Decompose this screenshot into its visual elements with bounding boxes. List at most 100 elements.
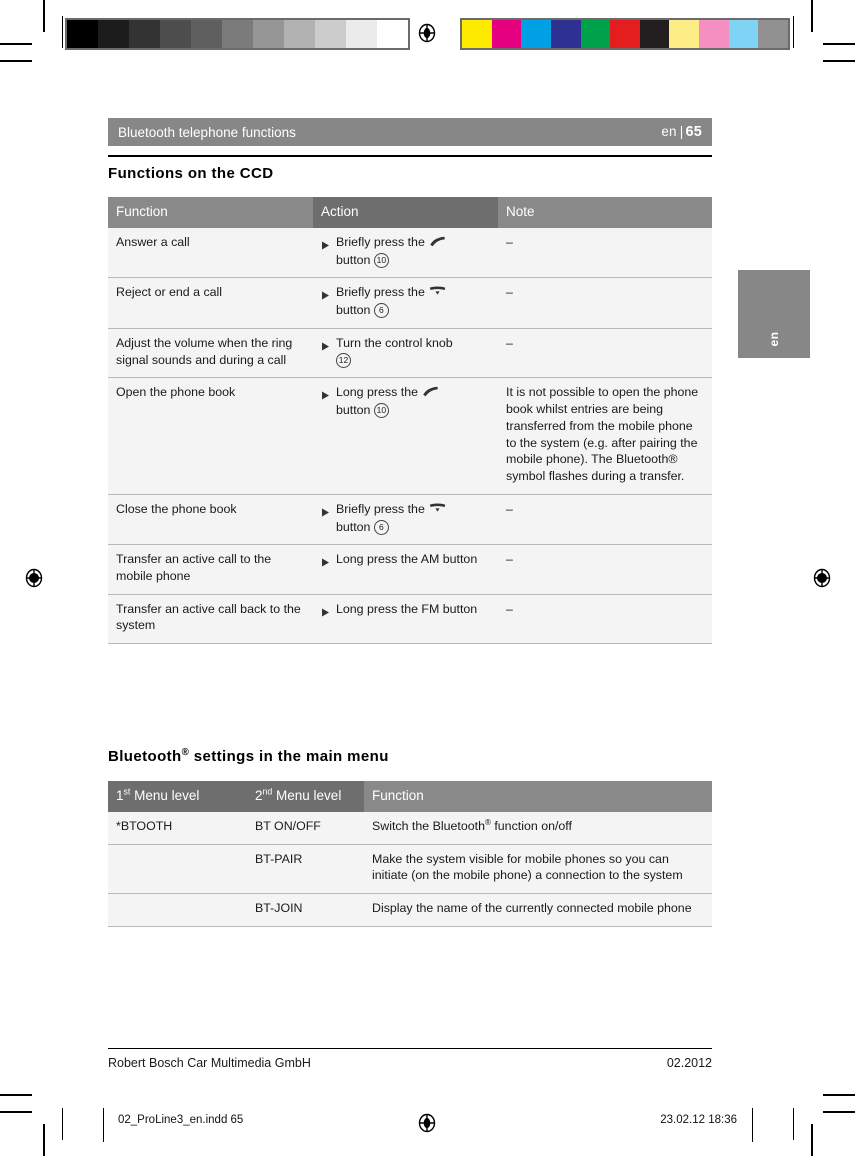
cell-note: – — [498, 594, 712, 645]
page-number: 65 — [685, 124, 702, 140]
action-text: Briefly press the button 6 — [336, 284, 490, 319]
cell-menu-level-1 — [108, 893, 247, 927]
running-head: Bluetooth telephone functions en | 65 — [108, 118, 712, 146]
slug-divider-right — [752, 1108, 753, 1142]
bullet-triangle-icon — [321, 555, 330, 572]
cell-function: Reject or end a call — [108, 277, 313, 329]
table-row: Answer a call Briefly press the button 1… — [108, 228, 712, 279]
phone-pickup-icon — [429, 235, 446, 252]
section-title-bluetooth-settings: Bluetooth® settings in the main menu — [108, 747, 389, 765]
cell-note: – — [498, 494, 712, 546]
table-row: Transfer an active call to the mobile ph… — [108, 544, 712, 595]
cell-menu-level-2: BT-PAIR — [247, 844, 364, 895]
crop-mark-tr2-h — [823, 60, 855, 62]
table-bluetooth-settings: 1st Menu level 2nd Menu level Function *… — [108, 781, 712, 927]
calibration-swatch-2 — [521, 20, 551, 48]
footer-rule — [108, 1048, 712, 1049]
crop-mark-bl2-h — [0, 1094, 32, 1096]
bullet-triangle-icon — [321, 288, 330, 318]
slug-filename: 02_ProLine3_en.indd 65 — [118, 1114, 244, 1126]
calibration-swatch-4 — [191, 20, 222, 48]
action-text: Long press the AM button — [336, 552, 478, 567]
column-header-function: Function — [108, 197, 313, 228]
language-side-tab-label: en — [767, 331, 781, 347]
header-rule — [108, 155, 712, 157]
phone-hangup-icon — [429, 502, 446, 519]
cell-action: Long press the FM button — [313, 594, 498, 645]
table-row: *BTOOTH BT ON/OFF Switch the Bluetooth® … — [108, 812, 712, 845]
slug-timestamp: 23.02.12 18:36 — [660, 1114, 737, 1126]
table-row: Close the phone book Briefly press the b… — [108, 494, 712, 546]
bullet-triangle-icon — [321, 505, 330, 535]
calibration-swatch-9 — [346, 20, 377, 48]
calibration-swatch-5 — [610, 20, 640, 48]
table-row: Reject or end a call Briefly press the b… — [108, 277, 712, 329]
cell-function: Open the phone book — [108, 377, 313, 495]
bullet-triangle-icon — [321, 388, 330, 418]
cell-function-description: Switch the Bluetooth® function on/off — [364, 812, 712, 845]
running-head-language: en — [661, 124, 677, 139]
calibration-swatch-5 — [222, 20, 253, 48]
cell-menu-level-2: BT-JOIN — [247, 893, 364, 927]
table-row: Adjust the volume when the ring signal s… — [108, 328, 712, 379]
cell-function: Transfer an active call to the mobile ph… — [108, 544, 313, 595]
cell-function: Answer a call — [108, 228, 313, 279]
calibration-swatch-4 — [580, 20, 611, 48]
column-header-action: Action — [313, 197, 498, 228]
cell-note: – — [498, 544, 712, 595]
page-footer: Robert Bosch Car Multimedia GmbH 02.2012 — [108, 1056, 712, 1070]
cell-function-description: Display the name of the currently connec… — [364, 893, 712, 927]
calibration-swatch-2 — [129, 20, 160, 48]
calibration-swatch-10 — [377, 20, 408, 48]
cell-action: Long press the button 10 — [313, 377, 498, 495]
language-side-tab: en — [738, 270, 810, 358]
running-head-title: Bluetooth telephone functions — [118, 124, 296, 140]
cell-menu-level-1 — [108, 844, 247, 895]
cell-action: Turn the control knob 12 — [313, 328, 498, 379]
table-row: BT-PAIR Make the system visible for mobi… — [108, 844, 712, 895]
phone-pickup-icon — [422, 385, 439, 402]
calibration-swatch-1 — [491, 20, 522, 48]
reference-number: 10 — [373, 403, 389, 419]
cell-function: Transfer an active call back to the syst… — [108, 594, 313, 645]
calibration-swatch-7 — [284, 20, 315, 48]
action-text: Long press the FM button — [336, 601, 478, 616]
column-header-function: Function — [364, 781, 712, 812]
registration-target-top — [416, 22, 438, 44]
column-header-menu-level-1: 1st Menu level — [108, 781, 247, 812]
column-header-menu-level-2: 2nd Menu level — [247, 781, 364, 812]
cell-action: Briefly press the button 10 — [313, 228, 498, 279]
registration-target-right — [811, 567, 833, 589]
calibration-swatch-3 — [550, 20, 581, 48]
section-title-ccd: Functions on the CCD — [108, 165, 274, 182]
running-head-folio: en | 65 — [661, 124, 702, 140]
crop-mark-tl2-h — [0, 60, 32, 62]
calibration-swatch-1 — [98, 20, 129, 48]
reference-number: 6 — [373, 303, 389, 319]
cell-menu-level-2: BT ON/OFF — [247, 812, 364, 845]
print-slug-line: 02_ProLine3_en.indd 65 23.02.12 18:36 — [0, 1108, 855, 1142]
calibration-swatch-0 — [462, 20, 492, 48]
crop-mark-tr2-v — [793, 16, 794, 48]
table-header-row: 1st Menu level 2nd Menu level Function — [108, 781, 712, 812]
crop-mark-tl2-v — [62, 16, 63, 48]
bullet-triangle-icon — [321, 339, 330, 368]
crop-mark-br2-h — [823, 1094, 855, 1096]
registration-target-left — [23, 567, 45, 589]
action-text: Briefly press the button 6 — [336, 501, 490, 535]
calibration-swatch-8 — [699, 20, 729, 48]
crop-mark-tr-h — [823, 43, 855, 45]
action-text: Briefly press the button 10 — [336, 234, 490, 268]
action-text: Long press the button 10 — [336, 384, 490, 419]
reference-number: 6 — [373, 519, 389, 535]
phone-hangup-icon — [429, 285, 446, 302]
crop-mark-tl-h — [0, 43, 32, 45]
slug-divider-left — [103, 1108, 104, 1142]
bullet-triangle-icon — [321, 238, 330, 268]
action-text: Turn the control knob 12 — [336, 335, 490, 368]
grayscale-calibration-bar — [65, 18, 410, 50]
reference-number: 12 — [336, 352, 351, 368]
calibration-swatch-6 — [639, 20, 670, 48]
calibration-swatch-7 — [669, 20, 700, 48]
cell-menu-level-1: *BTOOTH — [108, 812, 247, 845]
